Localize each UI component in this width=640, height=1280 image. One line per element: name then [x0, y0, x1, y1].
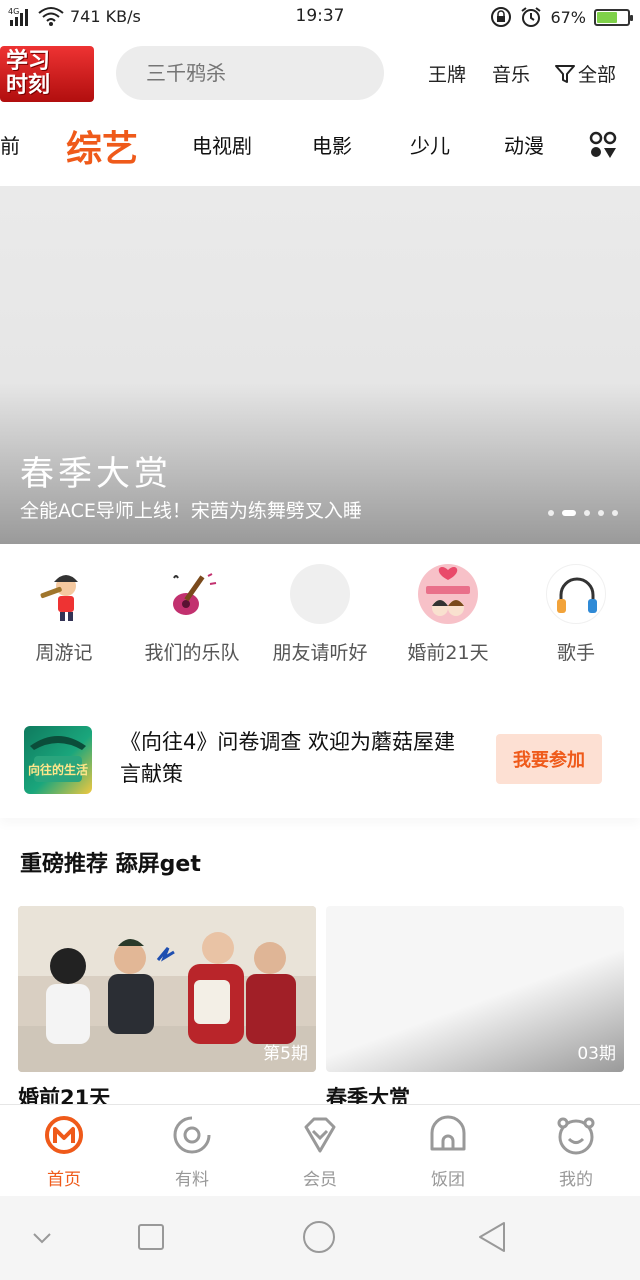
- shortcut-label: 我们的乐队: [144, 642, 240, 664]
- recents-icon[interactable]: [136, 1222, 166, 1252]
- shortcut-label: 婚前21天: [407, 642, 489, 664]
- header-link-music[interactable]: 音乐: [492, 60, 530, 87]
- face-icon: [557, 1117, 595, 1155]
- battery-icon: [594, 8, 633, 26]
- tab-previous[interactable]: 前: [0, 130, 20, 159]
- wedding-icon: [418, 564, 478, 624]
- nav-home[interactable]: 首页: [0, 1115, 128, 1190]
- category-tabs: 前 综艺 电视剧 电影 少儿 动漫: [0, 114, 640, 178]
- section-title: 重磅推荐 舔屏get: [20, 852, 201, 877]
- character-icon: [34, 564, 94, 624]
- more-channels-icon[interactable]: [588, 130, 618, 160]
- nav-label: 我的: [559, 1170, 593, 1190]
- nav-label: 首页: [47, 1170, 81, 1190]
- eye-icon: [173, 1116, 211, 1154]
- survey-card[interactable]: 向往的生活 《向往4》问卷调查 欢迎为蘑菇屋建言献策 我要参加: [0, 706, 640, 818]
- shortcut-label: 朋友请听好: [272, 642, 368, 664]
- shortcut-label: 周游记: [35, 642, 93, 664]
- header-link-wangpai[interactable]: 王牌: [428, 60, 466, 87]
- shortcut-item-our-band[interactable]: 我们的乐队: [128, 560, 256, 665]
- shortcut-row: 周游记 我们的乐队 朋友请听好 婚前21天 歌手: [0, 560, 640, 680]
- home-circle-icon[interactable]: [302, 1220, 336, 1254]
- nav-vip[interactable]: 会员: [256, 1115, 384, 1190]
- nav-profile[interactable]: 我的: [512, 1115, 640, 1190]
- banner-dot[interactable]: [584, 510, 590, 516]
- tab-anime[interactable]: 动漫: [504, 130, 544, 159]
- bottom-navigation: 首页 有料 会员 饭团 我的: [0, 1104, 640, 1196]
- svg-text:向往的生活: 向往的生活: [28, 762, 88, 777]
- onigiri-icon: [430, 1115, 466, 1151]
- system-navigation: [0, 1196, 640, 1280]
- headphones-icon: [546, 564, 606, 624]
- app-logo[interactable]: 学习 时刻: [0, 46, 94, 102]
- video-card-21-days[interactable]: 第5期: [18, 906, 316, 1072]
- status-right: 67%: [490, 6, 633, 28]
- nav-discover[interactable]: 有料: [128, 1115, 256, 1190]
- join-survey-button[interactable]: 我要参加: [496, 734, 602, 784]
- banner-subtitle: 全能ACE导师上线！宋茜为练舞劈叉入睡: [20, 500, 362, 522]
- search-bar[interactable]: [116, 46, 395, 100]
- search-input[interactable]: [146, 61, 395, 85]
- chevron-down-icon[interactable]: [30, 1226, 54, 1250]
- tab-tv-series[interactable]: 电视剧: [192, 130, 252, 159]
- shortcut-item-zhouyouji[interactable]: 周游记: [0, 560, 128, 665]
- lock-rotation-icon: [491, 7, 512, 27]
- banner-dot[interactable]: [562, 510, 576, 516]
- back-triangle-icon[interactable]: [476, 1220, 508, 1254]
- alarm-icon: [521, 7, 542, 27]
- diamond-icon: [304, 1117, 336, 1153]
- logo-line-2: 时刻: [6, 73, 51, 98]
- tab-variety[interactable]: 综艺: [66, 120, 138, 172]
- nav-label: 会员: [303, 1170, 337, 1190]
- banner-dot[interactable]: [548, 510, 554, 516]
- nav-label: 有料: [175, 1170, 209, 1190]
- hero-banner[interactable]: 春季大赏 全能ACE导师上线！宋茜为练舞劈叉入睡: [0, 186, 640, 544]
- tab-movies[interactable]: 电影: [312, 130, 352, 159]
- battery-level: [597, 11, 618, 23]
- shortcut-item-friends-listen[interactable]: 朋友请听好: [256, 560, 384, 665]
- survey-text: 《向往4》问卷调查 欢迎为蘑菇屋建言献策: [120, 730, 456, 786]
- tab-kids[interactable]: 少儿: [410, 130, 450, 159]
- app-header: 学习 时刻 王牌 音乐 全部: [0, 40, 640, 108]
- home-m-icon: [45, 1116, 83, 1154]
- survey-thumbnail: 向往的生活: [24, 726, 92, 794]
- banner-pagination: [548, 510, 618, 516]
- guitar-icon: [162, 564, 222, 624]
- filter-icon: [555, 64, 575, 83]
- status-bar: 4G 741 KB/s 19:37 67%: [0, 0, 640, 34]
- logo-line-1: 学习: [6, 49, 51, 74]
- episode-label: 第5期: [263, 1044, 308, 1064]
- banner-dot[interactable]: [612, 510, 618, 516]
- video-card-spring[interactable]: 03期: [326, 906, 624, 1072]
- placeholder-icon: [290, 564, 350, 624]
- shortcut-label: 歌手: [556, 642, 595, 664]
- episode-label: 03期: [577, 1044, 616, 1064]
- nav-label: 饭团: [431, 1170, 465, 1190]
- banner-title: 春季大赏: [20, 454, 172, 494]
- header-link-all-label: 全部: [578, 64, 617, 86]
- shortcut-item-21-days[interactable]: 婚前21天: [384, 560, 512, 665]
- banner-dot[interactable]: [598, 510, 604, 516]
- nav-fantuan[interactable]: 饭团: [384, 1115, 512, 1190]
- recommend-cards: 第5期 03期 婚前21天 春季大赏: [18, 906, 624, 1110]
- header-link-all[interactable]: 全部: [554, 60, 616, 87]
- shortcut-item-singer[interactable]: 歌手: [512, 560, 640, 665]
- battery-percent: 67%: [550, 7, 586, 27]
